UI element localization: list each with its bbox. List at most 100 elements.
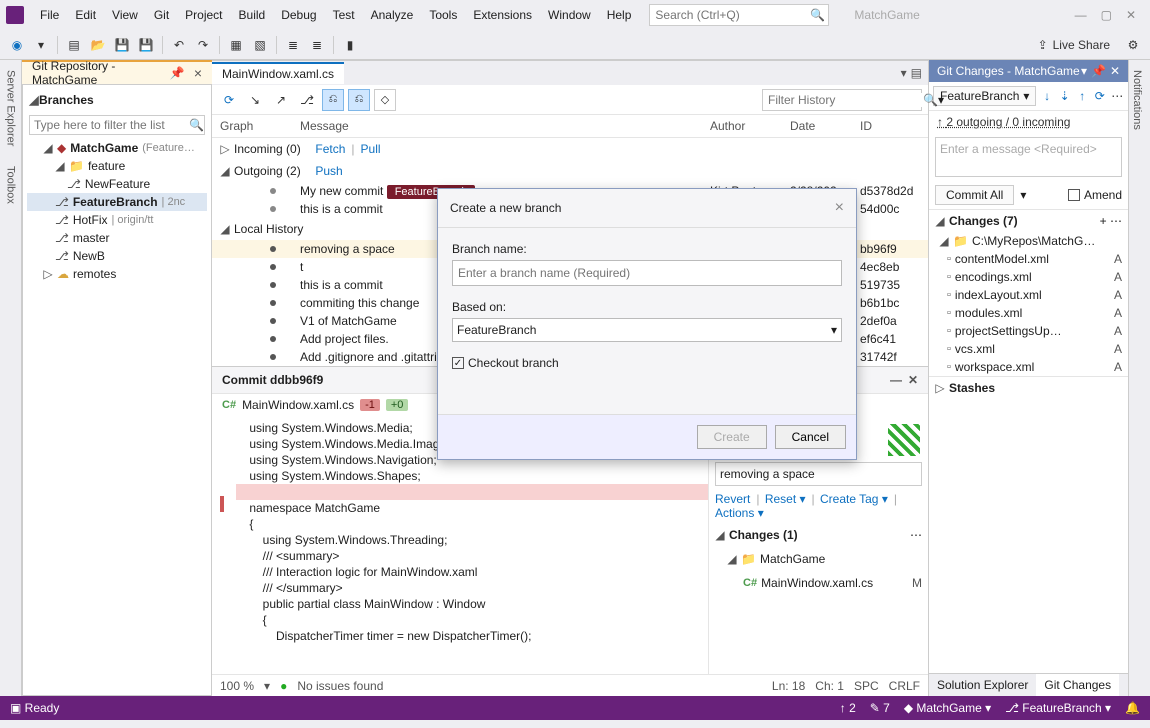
- menu-build[interactable]: Build: [231, 4, 274, 26]
- close-icon[interactable]: ✕: [1110, 64, 1120, 78]
- changed-file-row[interactable]: ▫indexLayout.xmlA: [929, 286, 1128, 304]
- fetch-icon[interactable]: ↓: [1040, 88, 1054, 104]
- admin-icon[interactable]: ⚙: [1122, 34, 1144, 56]
- branch-name-input[interactable]: [452, 260, 842, 286]
- pull-link[interactable]: Pull: [361, 142, 381, 156]
- close-tab-icon[interactable]: ×: [194, 65, 202, 81]
- menu-project[interactable]: Project: [177, 4, 230, 26]
- push-link[interactable]: Push: [315, 164, 342, 178]
- file-tab-mainwindow[interactable]: MainWindow.xaml.cs: [212, 62, 344, 84]
- menu-extensions[interactable]: Extensions: [465, 4, 540, 26]
- redo-icon[interactable]: ↷: [192, 34, 214, 56]
- create-button[interactable]: Create: [697, 425, 767, 449]
- dropdown-icon[interactable]: ▾: [1081, 64, 1087, 78]
- toggle3-button[interactable]: ◇: [374, 89, 396, 111]
- changes-count[interactable]: ✎ 7: [870, 701, 890, 715]
- bookmark-icon[interactable]: ▮: [339, 34, 361, 56]
- window-menu-icon[interactable]: ▤: [911, 66, 922, 80]
- nav-back-icon[interactable]: ◉: [6, 34, 28, 56]
- commit-message-box[interactable]: removing a space: [715, 462, 922, 486]
- changes-section[interactable]: ◢Changes (7)+ ⋯: [929, 209, 1128, 232]
- open-icon[interactable]: 📂: [87, 34, 109, 56]
- revert-link[interactable]: Revert: [715, 492, 750, 506]
- notifications-tab[interactable]: Notifications: [1129, 60, 1145, 140]
- changed-file-row[interactable]: ▫encodings.xmlA: [929, 268, 1128, 286]
- reset-link[interactable]: Reset ▾: [765, 492, 806, 506]
- branch-newfeature[interactable]: ⎇NewFeature: [27, 175, 207, 193]
- git-changes-tab[interactable]: Git Changes: [1036, 674, 1119, 696]
- sync-link[interactable]: ↑ 2 outgoing / 0 incoming: [929, 111, 1128, 133]
- search-input[interactable]: [655, 8, 810, 22]
- maximize-icon[interactable]: ▢: [1101, 8, 1112, 22]
- toolbox-tab[interactable]: Toolbox: [3, 156, 19, 214]
- minimize-icon[interactable]: —: [1075, 8, 1087, 22]
- cancel-button[interactable]: Cancel: [775, 425, 846, 449]
- branches-header[interactable]: ◢Branches: [27, 89, 207, 111]
- branch-graph-icon[interactable]: ⎇: [296, 89, 318, 111]
- branch-newb[interactable]: ⎇NewB: [27, 247, 207, 265]
- remotes-folder[interactable]: ▷☁remotes: [27, 265, 207, 283]
- nav-icon[interactable]: ↘: [244, 89, 266, 111]
- menu-debug[interactable]: Debug: [273, 4, 324, 26]
- actions-link[interactable]: Actions ▾: [715, 506, 764, 520]
- filter-history[interactable]: 🔍▾: [762, 89, 922, 111]
- dropdown-icon[interactable]: ▾: [938, 93, 944, 107]
- menu-test[interactable]: Test: [325, 4, 363, 26]
- outdent-icon[interactable]: ≣: [306, 34, 328, 56]
- changed-file-row[interactable]: ▫modules.xmlA: [929, 304, 1128, 322]
- pin-icon[interactable]: 📌: [170, 66, 185, 80]
- feature-folder[interactable]: ◢📁feature: [27, 157, 207, 175]
- menu-analyze[interactable]: Analyze: [363, 4, 422, 26]
- server-explorer-tab[interactable]: Server Explorer: [3, 60, 19, 156]
- undo-icon[interactable]: ↶: [168, 34, 190, 56]
- menu-git[interactable]: Git: [146, 4, 177, 26]
- fetch-link[interactable]: Fetch: [315, 142, 345, 156]
- amend-checkbox[interactable]: Amend: [1068, 188, 1122, 202]
- tool1-icon[interactable]: ▦: [225, 34, 247, 56]
- changes-header[interactable]: ◢Changes (1)⋯: [715, 526, 922, 544]
- branch-featurebranch[interactable]: ⎇FeatureBranch | 2nc: [27, 193, 207, 211]
- status-branch[interactable]: ⎇ FeatureBranch ▾: [1005, 701, 1111, 715]
- outgoing-count[interactable]: ↑ 2: [840, 701, 856, 715]
- branch-hotfix[interactable]: ⎇HotFix | origin/tt: [27, 211, 207, 229]
- branch-selector[interactable]: FeatureBranch ▾: [933, 86, 1036, 106]
- checkout-branch-checkbox[interactable]: ✓Checkout branch: [452, 356, 842, 370]
- more-icon[interactable]: ⋯: [1110, 88, 1124, 104]
- indent-icon[interactable]: ≣: [282, 34, 304, 56]
- status-repo[interactable]: ◆ MatchGame ▾: [904, 701, 991, 715]
- nav2-icon[interactable]: ↗: [270, 89, 292, 111]
- based-on-select[interactable]: FeatureBranch▾: [452, 318, 842, 342]
- dropdown-icon[interactable]: ▾: [30, 34, 52, 56]
- menu-window[interactable]: Window: [540, 4, 599, 26]
- git-repo-tab[interactable]: Git Repository - MatchGame 📌 ×: [22, 60, 212, 84]
- commit-message-input[interactable]: Enter a message <Required>: [935, 137, 1122, 177]
- incoming-group[interactable]: ▷Incoming (0) Fetch|Pull: [212, 138, 928, 160]
- sync-icon[interactable]: ⟳: [1093, 88, 1107, 104]
- live-share-button[interactable]: ⇪ Live Share: [1028, 38, 1120, 52]
- outgoing-group[interactable]: ◢Outgoing (2) Push: [212, 160, 928, 182]
- close-icon[interactable]: ✕: [908, 373, 918, 387]
- menu-help[interactable]: Help: [599, 4, 640, 26]
- create-tag-link[interactable]: Create Tag ▾: [820, 492, 888, 506]
- save-all-icon[interactable]: 💾: [135, 34, 157, 56]
- menu-file[interactable]: File: [32, 4, 67, 26]
- refresh-icon[interactable]: ⟳: [218, 89, 240, 111]
- changed-file-row[interactable]: ▫contentModel.xmlA: [929, 250, 1128, 268]
- solution-explorer-tab[interactable]: Solution Explorer: [929, 674, 1036, 696]
- branch-master[interactable]: ⎇master: [27, 229, 207, 247]
- pin-icon[interactable]: 📌: [1091, 64, 1106, 78]
- push-icon[interactable]: ↑: [1075, 88, 1089, 104]
- toggle2-button[interactable]: ⎌: [348, 89, 370, 111]
- filter-history-input[interactable]: [768, 93, 923, 107]
- changed-file-row[interactable]: ▫workspace.xmlA: [929, 358, 1128, 376]
- branch-filter-input[interactable]: [34, 118, 189, 132]
- save-icon[interactable]: 💾: [111, 34, 133, 56]
- quick-search[interactable]: 🔍: [649, 4, 829, 26]
- changed-file-row[interactable]: ▫projectSettingsUp…A: [929, 322, 1128, 340]
- dropdown-icon[interactable]: ▾: [901, 66, 907, 80]
- new-item-icon[interactable]: ▤: [63, 34, 85, 56]
- menu-view[interactable]: View: [104, 4, 146, 26]
- repo-root[interactable]: ◢◆MatchGame (Feature…: [27, 139, 207, 157]
- menu-edit[interactable]: Edit: [67, 4, 104, 26]
- changed-file-row[interactable]: ▫vcs.xmlA: [929, 340, 1128, 358]
